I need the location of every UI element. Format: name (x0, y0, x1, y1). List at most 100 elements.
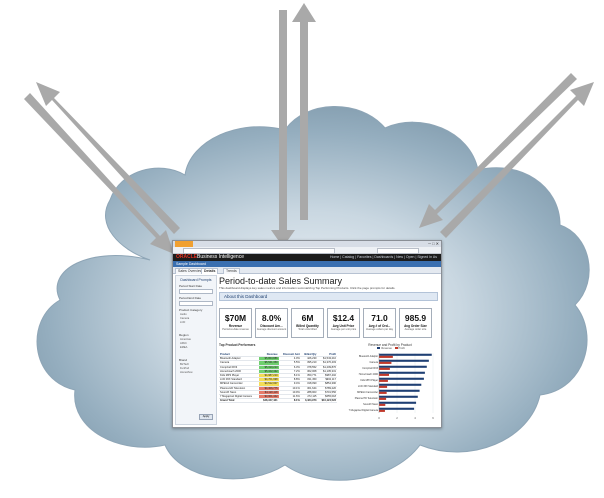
table-cell: $48,347,431 (259, 398, 279, 404)
category-label: Bluetooth Adaptor (359, 355, 378, 358)
table-cell: $10,124,523 (317, 398, 337, 404)
table-cell: Grand Total (219, 398, 260, 404)
kpi-tile[interactable]: $12.4 Avg Unit Price Average per unit pr… (327, 308, 360, 338)
legend-label-revenue: Revenue (381, 347, 392, 350)
browser-window[interactable]: ─ □ ✕ ORACLE Business Intelligence Home … (172, 240, 442, 428)
prompt-label: Product Category (179, 308, 203, 312)
bar-profit[interactable] (379, 355, 393, 358)
prompt-option[interactable]: LCD (180, 321, 212, 324)
x-tick-label: 0 (378, 416, 380, 420)
bar-revenue[interactable] (379, 377, 424, 380)
bar-profit[interactable] (379, 361, 392, 364)
category-label: CompCell RX3 (362, 367, 378, 370)
top-performers-table: Top Product Performers Product Revenue Dis… (219, 343, 337, 423)
product-name: Business Intelligence (197, 254, 244, 260)
bar-profit[interactable] (379, 379, 388, 382)
x-tick-label: 4 (414, 416, 416, 420)
bar-revenue[interactable] (379, 353, 432, 356)
kpi-value: 8.0% (261, 313, 282, 323)
kpi-value: $12.4 (332, 313, 355, 323)
prompt-option[interactable]: Americas (180, 338, 212, 341)
prompt-option[interactable]: EMEA (180, 346, 212, 349)
global-menu[interactable]: Home | Catalog | Favorites | Dashboards … (330, 255, 437, 260)
prompt-start-date[interactable] (179, 289, 213, 294)
prompts-panel: Dashboard Prompts Period Start Date Peri… (175, 275, 217, 425)
prompt-option[interactable]: APAC (180, 342, 212, 345)
page-description: This dashboard displays key sales metric… (219, 286, 396, 290)
category-label: Plasma HD Television (355, 397, 379, 400)
window-controls[interactable]: ─ □ ✕ (428, 242, 439, 246)
x-tick-label: 6 (432, 416, 434, 420)
kpi-value: 6M (301, 313, 314, 323)
address-bar (173, 247, 441, 254)
bar-revenue[interactable] (379, 365, 427, 368)
category-label: SoundX Nano (363, 403, 379, 406)
dashboard-main: Period-to-date Sales Summary This dashbo… (219, 275, 438, 425)
legend-swatch-profit (394, 347, 398, 350)
x-tick-label: 2 (396, 416, 398, 420)
kpi-tile[interactable]: 71.0 Avg # of Ord... Average orders per … (363, 308, 396, 338)
bar-profit[interactable] (379, 409, 385, 412)
data-table: Product Revenue Discount Amt Billed Qty Prof… (219, 353, 337, 404)
category-label: MPEG4 Camcorder (357, 391, 378, 394)
bar-chart: 0 2 4 6 Bluetooth Adaptor Camera CompCell RX3 H… (349, 353, 434, 420)
bar-profit[interactable] (379, 385, 388, 388)
table-total-row: Grand Total $48,347,431 8.1% 3,424,973 $10,1… (219, 398, 337, 404)
dashboard-name: Sample Dashboard (176, 262, 206, 266)
prompt-label: Period End Date (179, 296, 202, 300)
prompt-option[interactable]: Camera (180, 317, 212, 320)
bar-revenue[interactable] (379, 407, 415, 410)
kpi-desc: Total units billed (298, 328, 317, 331)
prompt-end-date[interactable] (179, 301, 213, 306)
chart-legend: Revenue Profit (343, 347, 437, 350)
legend-swatch-revenue (377, 347, 381, 350)
prompt-option[interactable]: BizTech (180, 363, 212, 366)
bar-profit[interactable] (379, 367, 390, 370)
category-label: Camera (369, 361, 378, 364)
prompt-option[interactable]: Audio (180, 313, 212, 316)
dashboard-body: Dashboard Prompts Period Start Date Peri… (173, 273, 441, 427)
prompt-option[interactable]: HomeView (180, 371, 212, 374)
bar-revenue[interactable] (379, 395, 418, 398)
bar-profit[interactable] (379, 403, 386, 406)
kpi-value: $70M (224, 313, 247, 323)
category-label: 7 Megapixel Digital Camera (349, 409, 379, 412)
kpi-tile[interactable]: 8.0% Discount Am... Average discount amo… (255, 308, 288, 338)
kpi-tile[interactable]: 985.9 Avg Order Size Average order size (399, 308, 432, 338)
kpi-tile[interactable]: 6M Billed Quantity Total units billed (291, 308, 324, 338)
kpi-desc: Average order size (404, 328, 427, 331)
kpi-desc: Average per unit price (330, 328, 357, 331)
kpi-tile[interactable]: $70M Revenue Period-to-date revenue (219, 308, 252, 338)
apply-button[interactable]: Apply (199, 414, 213, 420)
bar-revenue[interactable] (379, 401, 417, 404)
oracle-logo: ORACLE (176, 254, 198, 260)
app-header: ORACLE Business Intelligence Home | Cata… (173, 254, 441, 261)
page-title: Period-to-date Sales Summary (219, 276, 343, 286)
bar-revenue[interactable] (379, 371, 425, 374)
bar-profit[interactable] (379, 397, 387, 400)
bar-revenue[interactable] (379, 359, 429, 362)
bar-revenue[interactable] (379, 389, 420, 392)
kpi-desc: Period-to-date revenue (222, 328, 249, 331)
bar-revenue[interactable] (379, 383, 422, 386)
category-label: LCD 36X Standard (358, 385, 379, 388)
table-title: Top Product Performers (219, 343, 256, 347)
prompts-title: Dashboard Prompts (180, 278, 212, 282)
category-label: HomeCoach 2000 (359, 373, 379, 376)
bar-profit[interactable] (379, 373, 389, 376)
prompt-label: Brand (179, 358, 188, 362)
section-header[interactable]: About this Dashboard (219, 292, 438, 301)
prompt-label: Period Start Date (179, 284, 203, 288)
prompt-label: Region (179, 333, 189, 337)
bar-profit[interactable] (379, 391, 387, 394)
kpi-desc: Average orders per day (365, 328, 394, 331)
kpi-desc: Average discount amount (256, 328, 287, 331)
table-cell: 3,424,973 (300, 398, 318, 404)
table-cell: 8.1% (278, 398, 301, 404)
revenue-profit-chart: Revenue and Profit by Product Revenue Pr… (343, 343, 437, 423)
kpi-row: $70M Revenue Period-to-date revenue 8.0%… (219, 308, 438, 338)
legend-label-profit: Profit (398, 347, 405, 350)
category-label: Kids MP3 Player (360, 379, 378, 382)
prompt-option[interactable]: FunPod (180, 367, 212, 370)
kpi-value: 985.9 (404, 313, 427, 323)
